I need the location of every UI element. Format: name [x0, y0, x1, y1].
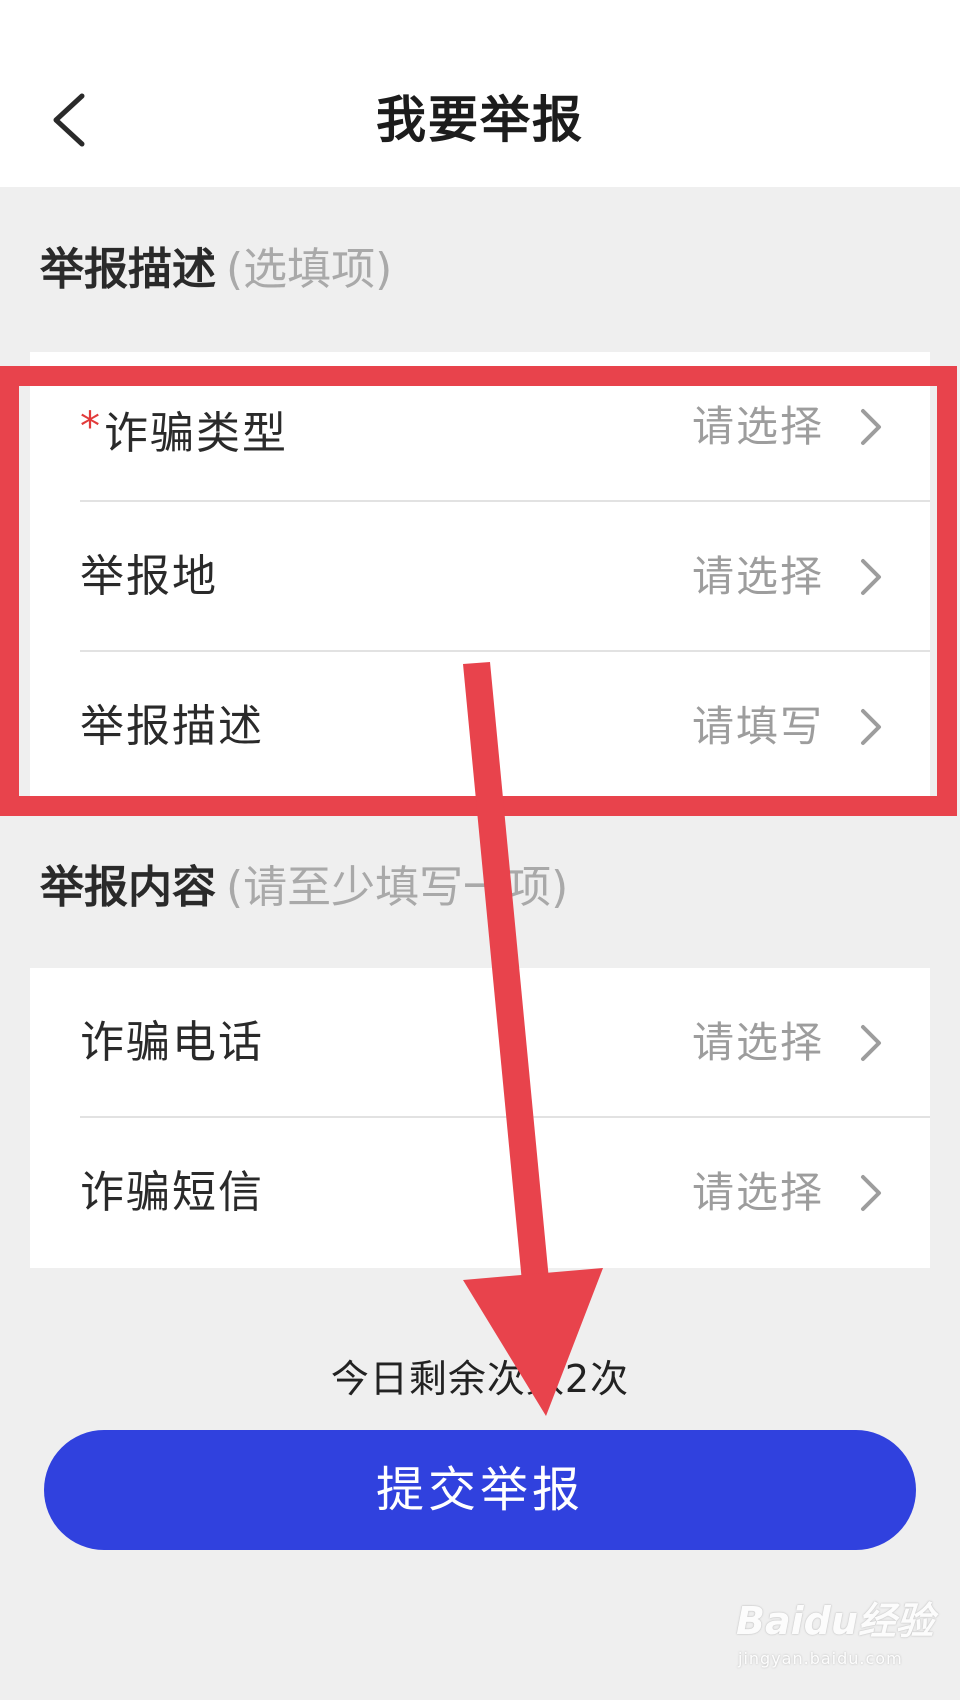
row-value: 请选择 [691, 402, 824, 451]
row-label: 举报描述 [80, 701, 264, 752]
row-label: *诈骗类型 [80, 352, 288, 502]
row-label: 诈骗电话 [80, 1017, 264, 1068]
row-fraud-type[interactable]: *诈骗类型 请选择 [30, 352, 930, 502]
app-header: 我要举报 [0, 0, 960, 187]
required-mark: * [80, 404, 102, 450]
row-label: 诈骗短信 [80, 1167, 264, 1218]
watermark-logo: Baidu经验 [736, 1599, 934, 1643]
submit-report-button[interactable]: 提交举报 [44, 1430, 916, 1550]
row-report-description[interactable]: 举报描述 请填写 [30, 652, 930, 802]
section-title-hint: (请至少填写一项) [226, 862, 569, 913]
row-fraud-sms[interactable]: 诈骗短信 请选择 [30, 1118, 930, 1268]
row-label: 举报地 [80, 551, 218, 602]
row-value: 请选择 [691, 1018, 824, 1067]
description-card: *诈骗类型 请选择 举报地 请选择 举报描述 请填写 [30, 352, 930, 802]
section-title-main: 举报内容 [40, 862, 216, 913]
remaining-count-text: 今日剩余次数2次 [330, 1357, 630, 1401]
chevron-right-icon [861, 559, 881, 595]
chevron-right-icon [861, 409, 881, 445]
page-title: 我要举报 [376, 91, 584, 149]
row-value: 请填写 [691, 702, 824, 751]
content-card: 诈骗电话 请选择 诈骗短信 请选择 [30, 968, 930, 1268]
row-value: 请选择 [691, 1168, 824, 1217]
section-title-description: 举报描述 (选填项) [40, 240, 392, 300]
section-title-content: 举报内容 (请至少填写一项) [40, 858, 568, 918]
chevron-right-icon [861, 1175, 881, 1211]
watermark-url: jingyan.baidu.com [738, 1649, 903, 1668]
chevron-right-icon [861, 1025, 881, 1061]
row-label-text: 诈骗类型 [104, 408, 288, 459]
baidu-jingyan-watermark: Baidu经验 jingyan.baidu.com [736, 1596, 936, 1686]
row-fraud-phone[interactable]: 诈骗电话 请选择 [30, 968, 930, 1118]
section-title-main: 举报描述 [40, 244, 216, 295]
row-report-location[interactable]: 举报地 请选择 [30, 502, 930, 652]
section-title-hint: (选填项) [226, 244, 393, 295]
row-value: 请选择 [691, 552, 824, 601]
chevron-right-icon [861, 709, 881, 745]
